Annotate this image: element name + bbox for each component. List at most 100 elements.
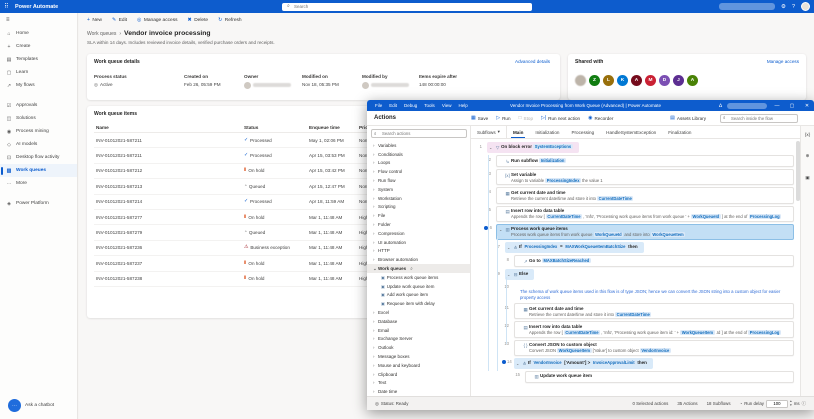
subflow-tab[interactable]: Finalization [662,126,697,138]
action-group[interactable]: Exchange Server [367,335,470,344]
flow-action-row[interactable]: 11 ⌄ ▦ Get current date and time Retriev… [502,303,798,319]
action-card[interactable]: ⌄ ↳ Run subflow Initialization [496,155,794,167]
sidebar-item[interactable]: ☑ Approvals [0,99,77,112]
action-group[interactable]: File [367,211,470,220]
sidebar-item[interactable]: ▤ Templates [0,53,77,66]
menu-item[interactable]: Help [459,103,468,108]
shared-avatar[interactable]: A [631,75,642,86]
action-group[interactable]: Message boxes [367,352,470,361]
sidebar-item[interactable]: ▢ Learn [0,66,77,79]
action-card[interactable]: ⌄ The schema of work queue items used in… [514,282,796,301]
ask-chatbot-button[interactable]: ⋯ Ask a chatbot [8,399,54,412]
action-group[interactable]: UI automation [367,238,470,247]
flow-action-row[interactable]: 9 ⌄ ⊟ Else [493,269,798,280]
settings-gear-icon[interactable]: ⚙ [781,4,786,10]
action-group[interactable]: Workstation [367,194,470,203]
menu-item[interactable]: Debug [404,103,417,108]
action-group[interactable]: Clipboard [367,370,470,379]
action-group[interactable]: Loops [367,159,470,168]
sidebar-item[interactable]: ◇ AI models [0,138,77,151]
command-button[interactable]: + New [87,17,102,23]
toolbar-button[interactable]: ▷| Run next action [541,115,580,121]
row-gutter[interactable]: 12 [502,321,514,328]
action-group[interactable]: Date time [367,387,470,396]
global-search-input[interactable] [282,3,532,11]
subflow-tab[interactable]: HandleSystemException [600,126,662,138]
flow-action-row[interactable]: 2 ⌄ ↳ Run subflow Initialization [484,155,798,167]
row-gutter[interactable]: 15 [513,371,525,378]
menu-item[interactable]: Edit [389,103,397,108]
action-group[interactable]: Database [367,317,470,326]
waffle-icon[interactable]: ⠿ [0,0,13,13]
row-gutter[interactable]: 5 [484,206,496,213]
action-card[interactable]: ⌄ { } Convert JSON to custom object Conv… [514,340,794,356]
action-card[interactable]: ⌄ {x} Set variable Assign to variable Pr… [496,169,794,185]
row-gutter[interactable]: 3 [484,169,496,176]
row-gutter[interactable]: 11 [502,303,514,310]
breakpoint-dot[interactable] [502,360,506,364]
flow-action-row[interactable]: 15 ⌄ ▥ Update work queue item [513,371,798,383]
flow-action-row[interactable]: 8 ⌄ ↗ Go to MAXBatchSizeReached [502,255,798,267]
action-group[interactable]: Run flow [367,176,470,185]
action-card[interactable]: ⌄ ▦ Get current date and time Retrieve t… [514,303,794,319]
minimize-button[interactable]: — [772,100,782,111]
action-group[interactable]: Excel [367,308,470,317]
flow-search-input[interactable] [720,114,798,123]
action-group-work-queues[interactable]: Work queues [367,264,470,273]
pane-toggle-icon[interactable]: ⊕ [806,153,810,159]
run-delay-input[interactable] [766,400,788,408]
sidebar-item[interactable]: ▥ Work queues [0,164,77,177]
stepper-icons[interactable]: ▴▾ [790,400,792,406]
flow-action-row[interactable]: 3 ⌄ {x} Set variable Assign to variable … [484,169,798,185]
sidebar-toggle-icon[interactable]: ≡ [0,13,77,27]
sidebar-item[interactable]: + Create [0,40,77,53]
action-item[interactable]: Requeue item with delay [367,299,470,308]
pane-toggle-icon[interactable]: {x} [805,132,810,137]
action-item[interactable]: Process work queue items [367,273,470,282]
flow-action-row[interactable]: 13 ⌄ { } Convert JSON to custom object C… [502,340,798,356]
sidebar-item[interactable]: ◈ Power Platform [0,197,77,210]
row-gutter[interactable]: 4 [484,187,496,194]
row-gutter[interactable]: 13 [502,340,514,347]
sidebar-item[interactable]: ◉ Process mining [0,125,77,138]
toolbar-button[interactable]: ▷ Run [496,115,510,121]
shared-avatar[interactable]: D [659,75,670,86]
row-gutter[interactable]: 1 [475,142,487,149]
action-card[interactable]: ⌄ ▥ Process work queue items Process wor… [496,224,794,240]
advanced-details-link[interactable]: Advanced details [515,59,550,64]
flow-action-row[interactable]: 12 ⌄ ▤ Insert row into data table Append… [502,321,798,337]
action-card[interactable]: ⌄ ▤ Insert row into data table Appends t… [496,206,794,222]
flow-action-row[interactable]: 1 ⌄ ▽ On block error SystemExceptions [475,142,798,153]
command-button[interactable]: ✎ Edit [112,17,127,23]
action-group[interactable]: Outlook [367,343,470,352]
subflow-tab[interactable]: Processing [565,126,600,138]
flow-action-row[interactable]: 10 ⌄ The schema of work queue items used… [502,282,798,301]
column-header-status[interactable]: Status [244,125,309,130]
sidebar-item[interactable]: ⌂ Home [0,27,77,40]
column-header-name[interactable]: Name [94,125,244,130]
notifications-bell-icon[interactable]: ∆ [719,103,722,109]
action-group[interactable]: Browser automation [367,255,470,264]
row-gutter[interactable]: 7 [493,242,505,249]
action-card[interactable]: ⌄ ⊟ Else [505,269,534,280]
manage-access-link[interactable]: Manage access [767,59,799,64]
help-icon[interactable]: ? [792,4,795,10]
action-group[interactable]: System [367,185,470,194]
column-header-enqueue-time[interactable]: Enqueue time [309,125,359,130]
shared-avatar[interactable]: A [687,75,698,86]
action-card[interactable]: ⌄ ▥ Update work queue item [525,371,794,383]
breadcrumb-parent[interactable]: Work queues [87,31,116,37]
command-button[interactable]: ◎ Manage access [137,17,177,23]
action-card[interactable]: ⌄ ⋔ If ProcessingIndex = MAXWorkQueueIte… [505,242,644,253]
actions-search-input[interactable] [371,129,467,138]
row-gutter[interactable]: 9 [493,269,505,276]
flow-action-row[interactable]: 14 ⌄ ⋔ If VendorInvoice ['Amount'] > Inv… [502,358,798,369]
action-group[interactable]: Flow control [367,167,470,176]
row-gutter[interactable]: 8 [502,255,514,262]
shared-avatar[interactable]: M [645,75,656,86]
action-card[interactable]: ⌄ ⋔ If VendorInvoice ['Amount'] > Invoic… [514,358,653,369]
action-group[interactable]: Compression [367,229,470,238]
shared-avatar[interactable] [575,75,586,86]
assets-library-button[interactable]: ▤ Assets Library [670,115,706,121]
row-gutter[interactable]: 10 [502,282,514,289]
